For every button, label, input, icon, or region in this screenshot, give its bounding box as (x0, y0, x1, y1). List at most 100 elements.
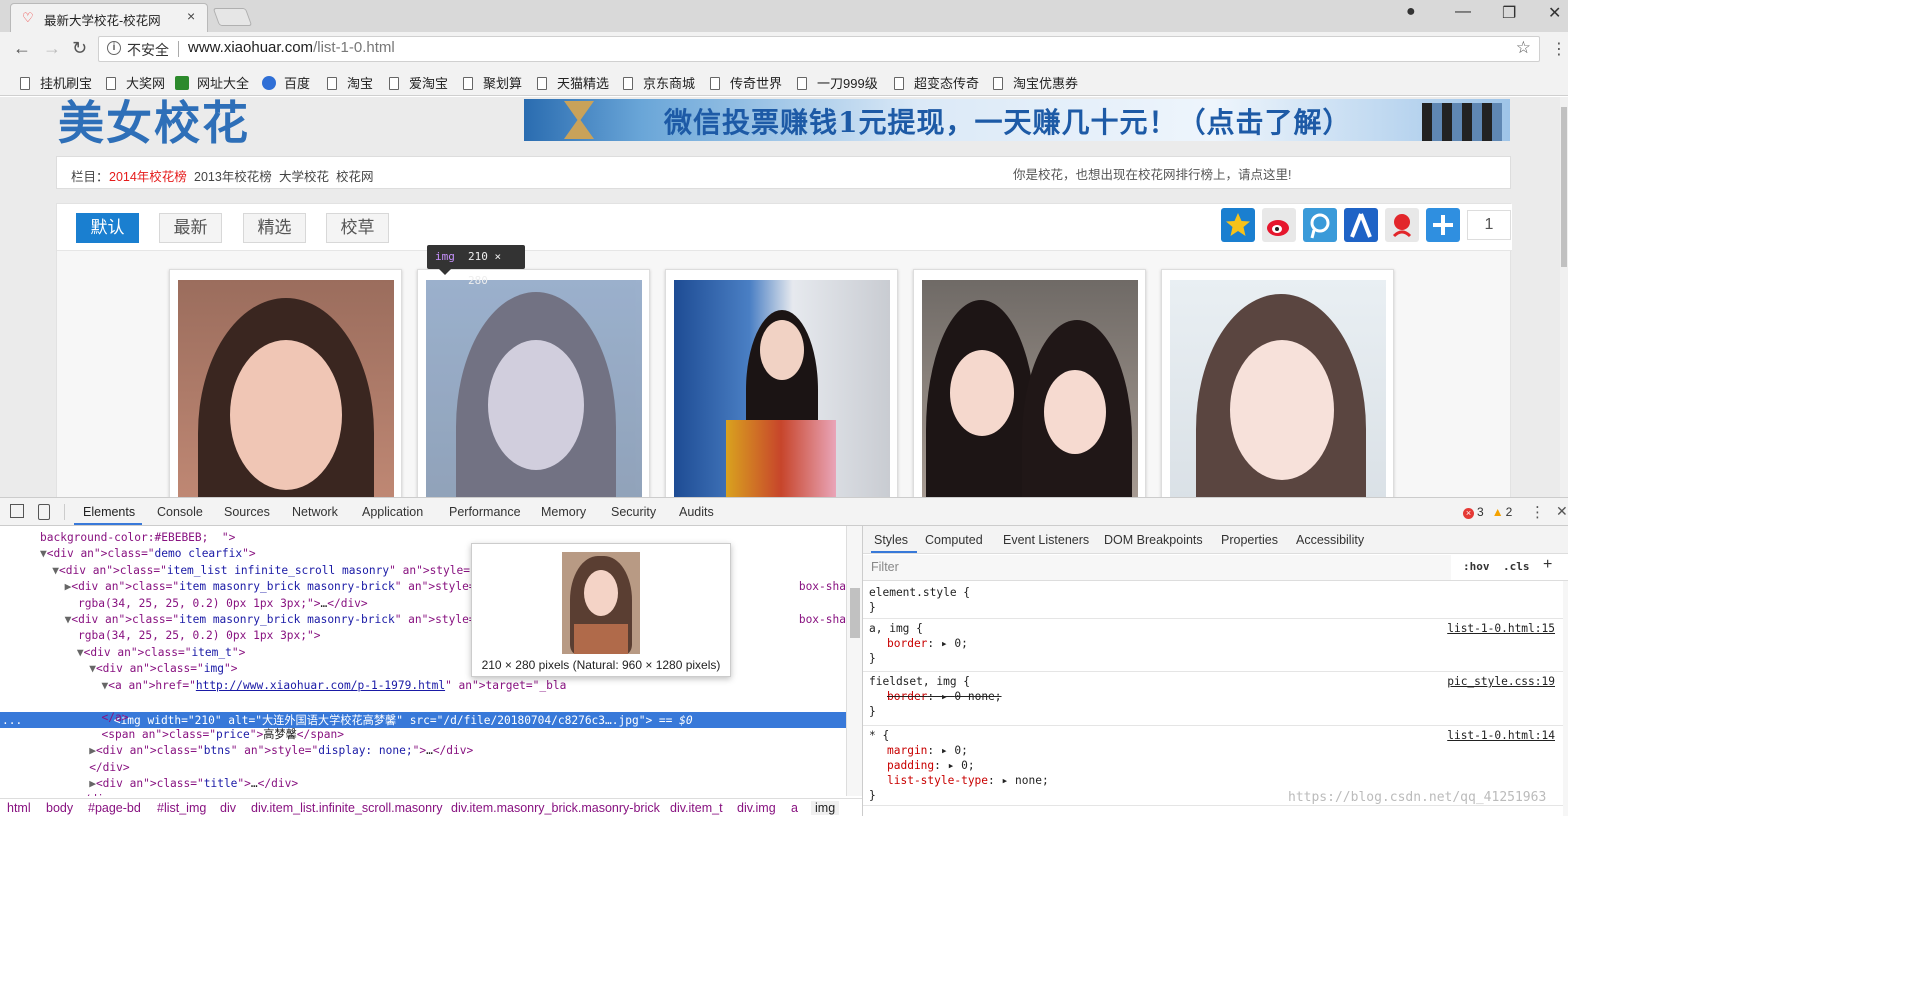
expand-triangle-icon[interactable]: ▼ (89, 662, 96, 675)
photo-card[interactable] (665, 269, 898, 497)
selected-row-marker[interactable]: ... (2, 713, 22, 729)
category-link[interactable]: 2014年校花榜 (109, 166, 187, 185)
property-name[interactable]: list-style-type (887, 774, 988, 787)
tab-audits[interactable]: Audits (679, 505, 714, 519)
expand-triangle-icon[interactable]: ▼ (77, 646, 84, 659)
tab-elements[interactable]: Elements (83, 505, 135, 519)
dom-line[interactable]: ▼<a an">href="http://www.xiaohuar.com/p-… (102, 678, 567, 694)
bookmark-item[interactable]: 聚划算 (463, 73, 522, 92)
style-property[interactable]: margin: ▸ 0; (887, 743, 968, 758)
breadcrumb-item[interactable]: div.item_t (670, 801, 723, 815)
bookmark-item[interactable]: 一刀999级 (797, 73, 878, 92)
sort-button-newest[interactable]: 最新 (159, 213, 222, 243)
info-icon[interactable]: i (107, 41, 121, 55)
dom-line[interactable]: ▼<div an">class="demo clearfix"> (40, 546, 256, 562)
page-scrollbar[interactable] (1560, 97, 1568, 497)
class-toggle[interactable]: .cls (1503, 560, 1530, 573)
expand-triangle-icon[interactable]: ▼ (40, 547, 47, 560)
rule-selector[interactable]: * { (869, 728, 889, 743)
breadcrumb-item[interactable]: div.item_list.infinite_scroll.masonry (251, 801, 443, 815)
breadcrumb-item[interactable]: a (791, 801, 798, 815)
forward-arrow-icon[interactable]: → (43, 38, 61, 59)
expand-triangle-icon[interactable]: ▼ (102, 679, 109, 692)
dom-line[interactable]: rgba(34, 25, 25, 0.2) 0px 1px 3px;">…</d… (78, 596, 368, 612)
page-scrollbar-thumb[interactable] (1561, 107, 1567, 267)
tab-event-listeners[interactable]: Event Listeners (1003, 533, 1089, 547)
breadcrumb-item[interactable]: #list_img (157, 801, 206, 815)
dom-scrollbar-thumb[interactable] (850, 588, 860, 638)
rule-source-link[interactable]: pic_style.css:19 (1447, 674, 1555, 689)
breadcrumb-item[interactable]: body (46, 801, 73, 815)
property-name[interactable]: border (887, 690, 927, 703)
window-close-icon[interactable]: ✕ (1548, 3, 1561, 23)
tab-console[interactable]: Console (157, 505, 203, 519)
expand-triangle-icon[interactable]: ▶ (89, 744, 96, 757)
breadcrumb-item[interactable]: div.item.masonry_brick.masonry-brick (451, 801, 660, 815)
property-value[interactable]: none; (1015, 774, 1049, 787)
tab-performance[interactable]: Performance (449, 505, 521, 519)
url-text[interactable]: www.xiaohuar.com/list-1-0.html (188, 39, 395, 56)
category-link[interactable]: 大学校花 (279, 166, 329, 185)
category-link[interactable]: 2013年校花榜 (194, 166, 272, 185)
photo-card[interactable] (1161, 269, 1394, 497)
ad-banner[interactable]: 微信投票赚钱1元提现，一天赚几十元！（点击了解） (524, 99, 1510, 141)
photo-card[interactable] (417, 269, 650, 497)
devtools-menu-icon[interactable]: ⋮ (1530, 503, 1545, 521)
tab-dom-breakpoints[interactable]: DOM Breakpoints (1104, 533, 1203, 547)
dom-line[interactable]: </div> (89, 760, 129, 776)
sort-button-campus-boys[interactable]: 校草 (326, 213, 389, 243)
property-name[interactable]: border (887, 637, 927, 650)
bookmark-item[interactable]: 网址大全 (175, 73, 249, 92)
style-rule[interactable]: fieldset, img {pic_style.css:19 border: ▸… (863, 672, 1563, 726)
rule-selector[interactable]: a, img { (869, 621, 923, 636)
tab-accessibility[interactable]: Accessibility (1296, 533, 1364, 547)
new-rule-plus-icon[interactable]: + (1543, 556, 1552, 574)
dom-line[interactable]: <span an">class="price">高梦馨</span> (102, 727, 344, 743)
portrait-photo[interactable] (674, 280, 890, 497)
style-property[interactable]: padding: ▸ 0; (887, 758, 975, 773)
dom-line[interactable]: </div> (77, 792, 117, 796)
renren-share-icon[interactable] (1344, 208, 1378, 242)
breadcrumb-item[interactable]: div (220, 801, 236, 815)
tencent-weibo-share-icon[interactable] (1303, 208, 1337, 242)
breadcrumb-item[interactable]: img (811, 801, 840, 815)
property-value[interactable]: 0; (954, 744, 967, 757)
tab-application[interactable]: Application (362, 505, 423, 519)
profile-icon[interactable]: ● (1406, 3, 1416, 21)
bookmark-item[interactable]: 天猫精选 (537, 73, 609, 92)
bookmark-item[interactable]: 传奇世界 (710, 73, 782, 92)
property-value[interactable]: 0 none; (954, 690, 1001, 703)
style-property[interactable]: border: ▸ 0; (887, 636, 968, 651)
sort-button-default[interactable]: 默认 (76, 213, 139, 243)
dom-line[interactable]: ▼<div an">class="item_t"> (77, 645, 245, 661)
security-status[interactable]: 不安全 (127, 40, 169, 60)
weibo-share-icon[interactable] (1262, 208, 1296, 242)
expand-triangle-icon[interactable]: ▶ (89, 777, 96, 790)
breadcrumb-item[interactable]: div.img (737, 801, 776, 815)
bookmark-item[interactable]: 挂机刷宝 (20, 73, 92, 92)
expand-triangle-icon[interactable]: ▼ (52, 564, 59, 577)
hover-state-toggle[interactable]: :hov (1463, 560, 1490, 573)
property-value[interactable]: 0; (954, 637, 967, 650)
tab-computed[interactable]: Computed (925, 533, 983, 547)
tab-network[interactable]: Network (292, 505, 338, 519)
dom-line[interactable]: ▶<div an">class="title">…</div> (89, 776, 298, 792)
style-property[interactable]: border: ▸ 0 none; (887, 689, 1002, 704)
more-share-plus-icon[interactable] (1426, 208, 1460, 242)
property-value[interactable]: 0; (961, 759, 974, 772)
browser-menu-icon[interactable]: ⋮ (1551, 39, 1567, 59)
minimize-icon[interactable]: — (1455, 3, 1471, 21)
bookmark-item[interactable]: 淘宝 (327, 73, 373, 92)
sort-button-featured[interactable]: 精选 (243, 213, 306, 243)
rule-source-link[interactable]: list-1-0.html:15 (1447, 621, 1555, 636)
bookmark-item[interactable]: 京东商城 (623, 73, 695, 92)
expand-triangle-icon[interactable]: ▼ (65, 613, 72, 626)
portrait-photo[interactable] (1170, 280, 1386, 497)
property-name[interactable]: padding (887, 759, 934, 772)
bookmark-item[interactable]: 淘宝优惠券 (993, 73, 1078, 92)
tab-properties[interactable]: Properties (1221, 533, 1278, 547)
portrait-photo-highlighted[interactable] (426, 280, 642, 497)
site-logo[interactable]: 美女校花 (58, 97, 250, 153)
portrait-photo[interactable] (922, 280, 1138, 497)
dom-line[interactable]: ▼<div an">class="item_list infinite_scro… (52, 563, 510, 579)
